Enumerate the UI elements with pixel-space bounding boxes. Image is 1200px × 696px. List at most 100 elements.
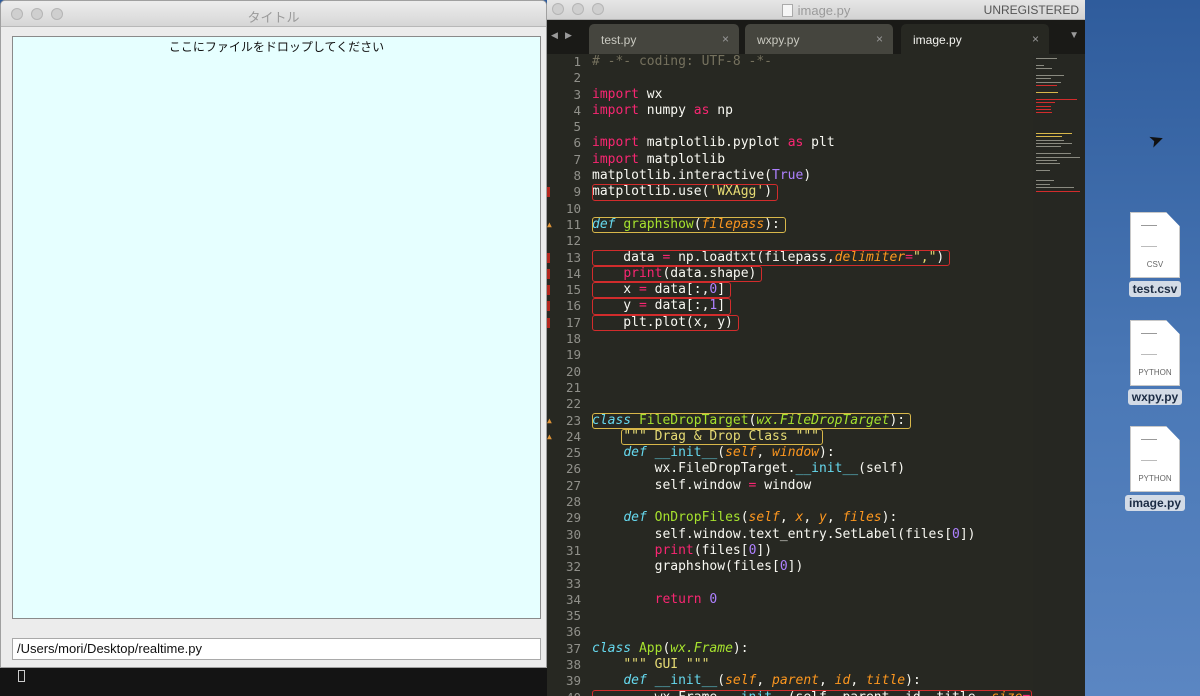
code-token: print	[623, 265, 663, 281]
minimap-line	[1036, 170, 1051, 172]
code-line[interactable]: def __init__(self, parent, id, title):	[592, 673, 1032, 689]
code-line[interactable]: print(data.shape)	[592, 265, 1032, 283]
minimap-line	[1036, 98, 1077, 100]
code-line[interactable]: self.window.text_entry.SetLabel(files[0]…	[592, 527, 1032, 543]
code-line[interactable]	[592, 347, 1032, 363]
code-line[interactable]	[592, 70, 1032, 86]
code-line[interactable]	[592, 624, 1032, 640]
code-line[interactable]	[592, 576, 1032, 592]
minimap-line	[1036, 58, 1057, 59]
code-line[interactable]: plt.plot(x, y)	[592, 314, 1032, 332]
line-number: 28	[565, 494, 581, 510]
minimap-line	[1036, 187, 1074, 189]
code-lines[interactable]: # -*- coding: UTF-8 -*- import wx import n…	[592, 54, 1038, 696]
code-line[interactable]	[592, 233, 1032, 249]
code-line[interactable]: import wx	[592, 87, 1032, 103]
code-line[interactable]: wx.Frame.__init__(self, parent, id, titl…	[592, 689, 1038, 696]
code-line[interactable]: # -*- coding: UTF-8 -*-	[592, 54, 1032, 70]
minimap[interactable]	[1033, 54, 1085, 696]
code-line[interactable]: def graphshow(filepass):	[592, 216, 1032, 234]
file-path-field[interactable]: /Users/mori/Desktop/realtime.py	[12, 638, 541, 660]
code-line[interactable]: class FileDropTarget(wx.FileDropTarget):	[592, 412, 1032, 429]
code-token: """ Drag & Drop Class """	[623, 428, 819, 444]
editor-titlebar[interactable]: image.py UNREGISTERED	[547, 0, 1085, 20]
code-token: wx	[638, 86, 663, 102]
code-line[interactable]: import numpy as np	[592, 103, 1032, 119]
line-number: 14	[547, 266, 584, 282]
code-line[interactable]	[592, 494, 1032, 510]
tab-test-py[interactable]: test.py ×	[589, 24, 739, 54]
code-token: App	[638, 640, 663, 656]
line-number: 12	[565, 233, 581, 249]
code-token: import	[592, 151, 639, 167]
code-editor-window: image.py UNREGISTERED ◀ ▶ test.py × wxpy…	[547, 0, 1085, 696]
code-token: def	[592, 216, 616, 232]
tab-label: image.py	[913, 33, 962, 47]
code-line[interactable]	[592, 380, 1032, 396]
code-line[interactable]	[592, 201, 1032, 217]
code-line[interactable]	[592, 396, 1032, 412]
code-line[interactable]: import matplotlib	[592, 152, 1032, 168]
code-line[interactable]	[592, 119, 1032, 135]
code-token: y	[592, 298, 639, 314]
line-number: 19	[565, 347, 581, 363]
tab-image-py[interactable]: image.py ×	[901, 24, 1049, 54]
code-line[interactable]: wx.FileDropTarget.__init__(self)	[592, 461, 1032, 477]
code-line[interactable]: class App(wx.Frame):	[592, 641, 1032, 657]
code-line[interactable]: y = data[:,1]	[592, 298, 1032, 315]
code-token: self.window.text_entry.SetLabel(files[	[592, 526, 953, 542]
code-token: ):	[889, 412, 906, 428]
line-number: 23	[547, 413, 584, 430]
code-token: size	[991, 690, 1022, 696]
line-number: 13	[547, 250, 584, 266]
code-line[interactable]: x = data[:,0]	[592, 282, 1032, 299]
code-token: __init__	[725, 690, 788, 696]
minimap-line	[1036, 75, 1064, 76]
file-type-tag: CSV	[1146, 260, 1164, 269]
line-number: 39	[565, 673, 581, 689]
tab-wxpy-py[interactable]: wxpy.py ×	[745, 24, 893, 54]
code-line[interactable]: print(files[0])	[592, 543, 1032, 559]
desktop-icon-wxpy-py[interactable]: PYTHON wxpy.py	[1120, 320, 1190, 406]
wx-titlebar[interactable]: タイトル	[1, 1, 546, 27]
tab-menu-chevron-icon[interactable]: ▼	[1069, 30, 1079, 41]
minimap-line	[1036, 64, 1045, 66]
code-line[interactable]: """ Drag & Drop Class """	[592, 428, 1032, 446]
minimap-line	[1036, 160, 1057, 161]
code-line[interactable]: """ GUI """	[592, 657, 1032, 673]
code-line[interactable]: matplotlib.interactive(True)	[592, 168, 1032, 184]
code-token: wx.FileDropTarget	[756, 412, 890, 428]
minimap-line	[1036, 132, 1072, 134]
close-tab-icon[interactable]: ×	[722, 32, 729, 46]
code-line[interactable]: return 0	[592, 592, 1032, 608]
minimap-line	[1036, 153, 1072, 155]
desktop-icon-image-py[interactable]: PYTHON image.py	[1120, 426, 1190, 512]
tab-scroll-left-icon[interactable]: ◀	[551, 30, 558, 41]
close-tab-icon[interactable]: ×	[1032, 32, 1039, 46]
code-line[interactable]: self.window = window	[592, 478, 1032, 494]
code-line[interactable]	[592, 331, 1032, 347]
code-line[interactable]: graphshow(files[0])	[592, 559, 1032, 575]
minimap-line	[1036, 105, 1052, 107]
code-line[interactable]: matplotlib.use('WXAgg')	[592, 184, 1032, 201]
file-type-tag: PYTHON	[1138, 368, 1172, 377]
code-token: 0	[779, 559, 788, 575]
code-token: window	[756, 477, 812, 493]
file-drop-area[interactable]: ここにファイルをドロップしてください	[12, 36, 541, 619]
line-number: 40	[547, 690, 584, 696]
code-line[interactable]	[592, 608, 1032, 624]
code-token: import	[592, 135, 639, 151]
tab-scroll-right-icon[interactable]: ▶	[565, 30, 572, 41]
code-area[interactable]: 1234567891011121314151617181920212223242…	[547, 54, 1038, 696]
close-tab-icon[interactable]: ×	[876, 32, 883, 46]
code-token: =	[638, 298, 647, 314]
code-line[interactable]	[592, 364, 1032, 380]
code-line[interactable]: data = np.loadtxt(filepass,delimiter=","…	[592, 249, 1032, 266]
desktop-icon-test-csv[interactable]: CSV test.csv	[1120, 212, 1190, 298]
minimap-line	[1036, 183, 1050, 185]
code-line[interactable]: def OnDropFiles(self, x, y, files):	[592, 510, 1032, 526]
code-line[interactable]: import matplotlib.pyplot as plt	[592, 135, 1032, 151]
code-line[interactable]: def __init__(self, window):	[592, 445, 1032, 461]
minimap-line	[1036, 92, 1058, 93]
